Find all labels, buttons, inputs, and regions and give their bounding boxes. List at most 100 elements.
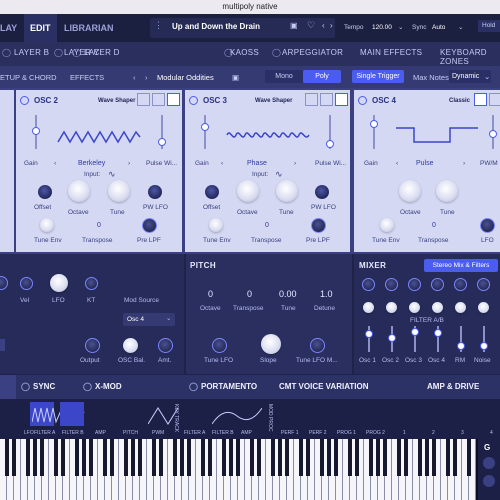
osc3-octave-knob[interactable] [237, 180, 259, 202]
tab-kaoss[interactable]: KAOSS [230, 48, 259, 57]
pitch-tune-lfo-knob[interactable] [212, 338, 227, 353]
osc2-wave-sine-icon[interactable] [137, 93, 150, 106]
osc4-tune-env-knob[interactable] [380, 218, 394, 232]
osc4-next-wave-icon[interactable]: › [463, 160, 465, 167]
sync-dropdown-icon[interactable]: ⌄ [458, 23, 463, 31]
mixer-osc4-thumb[interactable] [434, 329, 442, 337]
osc3-wave-saw-icon[interactable] [320, 93, 333, 106]
prev-preset-icon[interactable]: ‹ [322, 21, 325, 30]
osc3-prev-wave-icon[interactable]: ‹ [221, 160, 223, 167]
next-preset-icon[interactable]: › [330, 21, 333, 30]
black-key[interactable] [25, 439, 31, 476]
osc4-gain-thumb[interactable] [370, 120, 378, 128]
black-key[interactable] [396, 439, 402, 476]
osc4-transpose-value[interactable]: 0 [432, 222, 436, 229]
mixer-mode-button[interactable]: Stereo Mix & Filters [424, 259, 498, 272]
black-key[interactable] [249, 439, 255, 476]
osc3-pre-lpf-knob[interactable] [311, 218, 326, 233]
black-key[interactable] [431, 439, 437, 476]
black-key[interactable] [186, 439, 192, 476]
black-key[interactable] [284, 439, 290, 476]
mixer-noise-filter-knob[interactable] [478, 302, 489, 313]
osc3-offset-knob[interactable] [205, 185, 219, 199]
black-key[interactable] [305, 439, 311, 476]
black-key[interactable] [354, 439, 360, 476]
mixer-noise-thumb[interactable] [480, 342, 488, 350]
osc2-gain-thumb[interactable] [32, 127, 40, 135]
black-key[interactable] [445, 439, 451, 476]
mixer-noise-knob[interactable] [477, 278, 490, 291]
black-key[interactable] [319, 439, 325, 476]
osc4-tune-knob[interactable] [436, 180, 458, 202]
mixer-rm-thumb[interactable] [457, 342, 465, 350]
mod-source-value[interactable]: Osc 4 [127, 316, 144, 323]
black-key[interactable] [172, 439, 178, 476]
mixer-osc3-thumb[interactable] [411, 328, 419, 336]
black-key[interactable] [130, 439, 136, 476]
osc2-wave-name[interactable]: Berkeley [78, 160, 105, 167]
osc4-wave-name[interactable]: Pulse [416, 160, 434, 167]
black-key[interactable] [53, 439, 59, 476]
mixer-osc4-knob[interactable] [431, 278, 444, 291]
black-key[interactable] [298, 439, 304, 476]
black-key[interactable] [88, 439, 94, 476]
osc3-input-wave-icon[interactable]: ∿ [275, 169, 283, 180]
black-key[interactable] [417, 439, 423, 476]
mod-lfo-knob[interactable] [50, 274, 68, 292]
tab-edit[interactable]: EDIT [24, 14, 57, 42]
next-mod-set-icon[interactable]: › [145, 73, 148, 82]
mod-set-save-icon[interactable]: ▣ [232, 73, 239, 82]
osc3-wave-name[interactable]: Phase [247, 160, 267, 167]
osc4-lfo-knob[interactable] [480, 218, 495, 233]
black-key[interactable] [375, 439, 381, 476]
mono-button[interactable]: Mono [265, 70, 303, 83]
max-notes-dropdown-icon[interactable]: ⌄ [484, 72, 490, 81]
black-key[interactable] [207, 439, 213, 476]
mod-source-dropdown-icon[interactable]: ⌄ [166, 314, 171, 322]
osc2-next-wave-icon[interactable]: › [128, 160, 130, 167]
osc2-tune-env-knob[interactable] [40, 218, 54, 232]
osc2-pre-lpf-knob[interactable] [142, 218, 157, 233]
mod-set-name[interactable]: Modular Oddities [157, 73, 214, 82]
tempo-dropdown-icon[interactable]: ⌄ [398, 23, 403, 31]
black-key[interactable] [60, 439, 66, 476]
mixer-osc3-filter-knob[interactable] [409, 302, 420, 313]
mixer-osc4-filter-knob[interactable] [432, 302, 443, 313]
pitch-wheel-icon[interactable] [483, 457, 495, 469]
mixer-osc2-filter-knob[interactable] [386, 302, 397, 313]
black-key[interactable] [200, 439, 206, 476]
mixer-osc1-knob[interactable] [362, 278, 375, 291]
single-trigger-button[interactable]: Single Trigger [352, 70, 404, 83]
black-key[interactable] [109, 439, 115, 476]
osc2-offset-knob[interactable] [38, 185, 52, 199]
osc3-next-wave-icon[interactable]: › [294, 160, 296, 167]
osc2-pw-lfo-knob[interactable] [148, 185, 162, 199]
osc3-tune-knob[interactable] [276, 180, 298, 202]
osc2-wave-saw-icon[interactable] [152, 93, 165, 106]
tab-keyboard-zones[interactable]: KEYBOARD ZONES [440, 48, 500, 66]
osc4-wave-saw-icon[interactable] [489, 93, 500, 106]
osc3-wave-shaper-icon[interactable] [335, 93, 348, 106]
tab-main-effects[interactable]: MAIN EFFECTS [360, 48, 422, 57]
osc4-octave-knob[interactable] [399, 180, 421, 202]
black-key[interactable] [151, 439, 157, 476]
mod-wheel-icon[interactable] [483, 475, 495, 487]
osc2-wave-shaper-icon[interactable] [167, 93, 180, 106]
poly-button[interactable]: Poly [303, 70, 341, 83]
osc4-pwm-thumb[interactable] [489, 130, 497, 138]
black-key[interactable] [137, 439, 143, 476]
tab-layer-d[interactable]: LAYER D [84, 48, 120, 57]
osc3-gain-thumb[interactable] [201, 123, 209, 131]
black-key[interactable] [228, 439, 234, 476]
osc2-octave-knob[interactable] [68, 180, 90, 202]
black-key[interactable] [32, 439, 38, 476]
tab-sync[interactable]: SYNC [33, 382, 55, 391]
black-key[interactable] [347, 439, 353, 476]
mod-vel-knob[interactable] [20, 277, 33, 290]
black-key[interactable] [368, 439, 374, 476]
black-key[interactable] [221, 439, 227, 476]
tab-amp-drive[interactable]: AMP & DRIVE [427, 382, 479, 391]
mixer-osc3-knob[interactable] [408, 278, 421, 291]
black-key[interactable] [102, 439, 108, 476]
black-key[interactable] [158, 439, 164, 476]
